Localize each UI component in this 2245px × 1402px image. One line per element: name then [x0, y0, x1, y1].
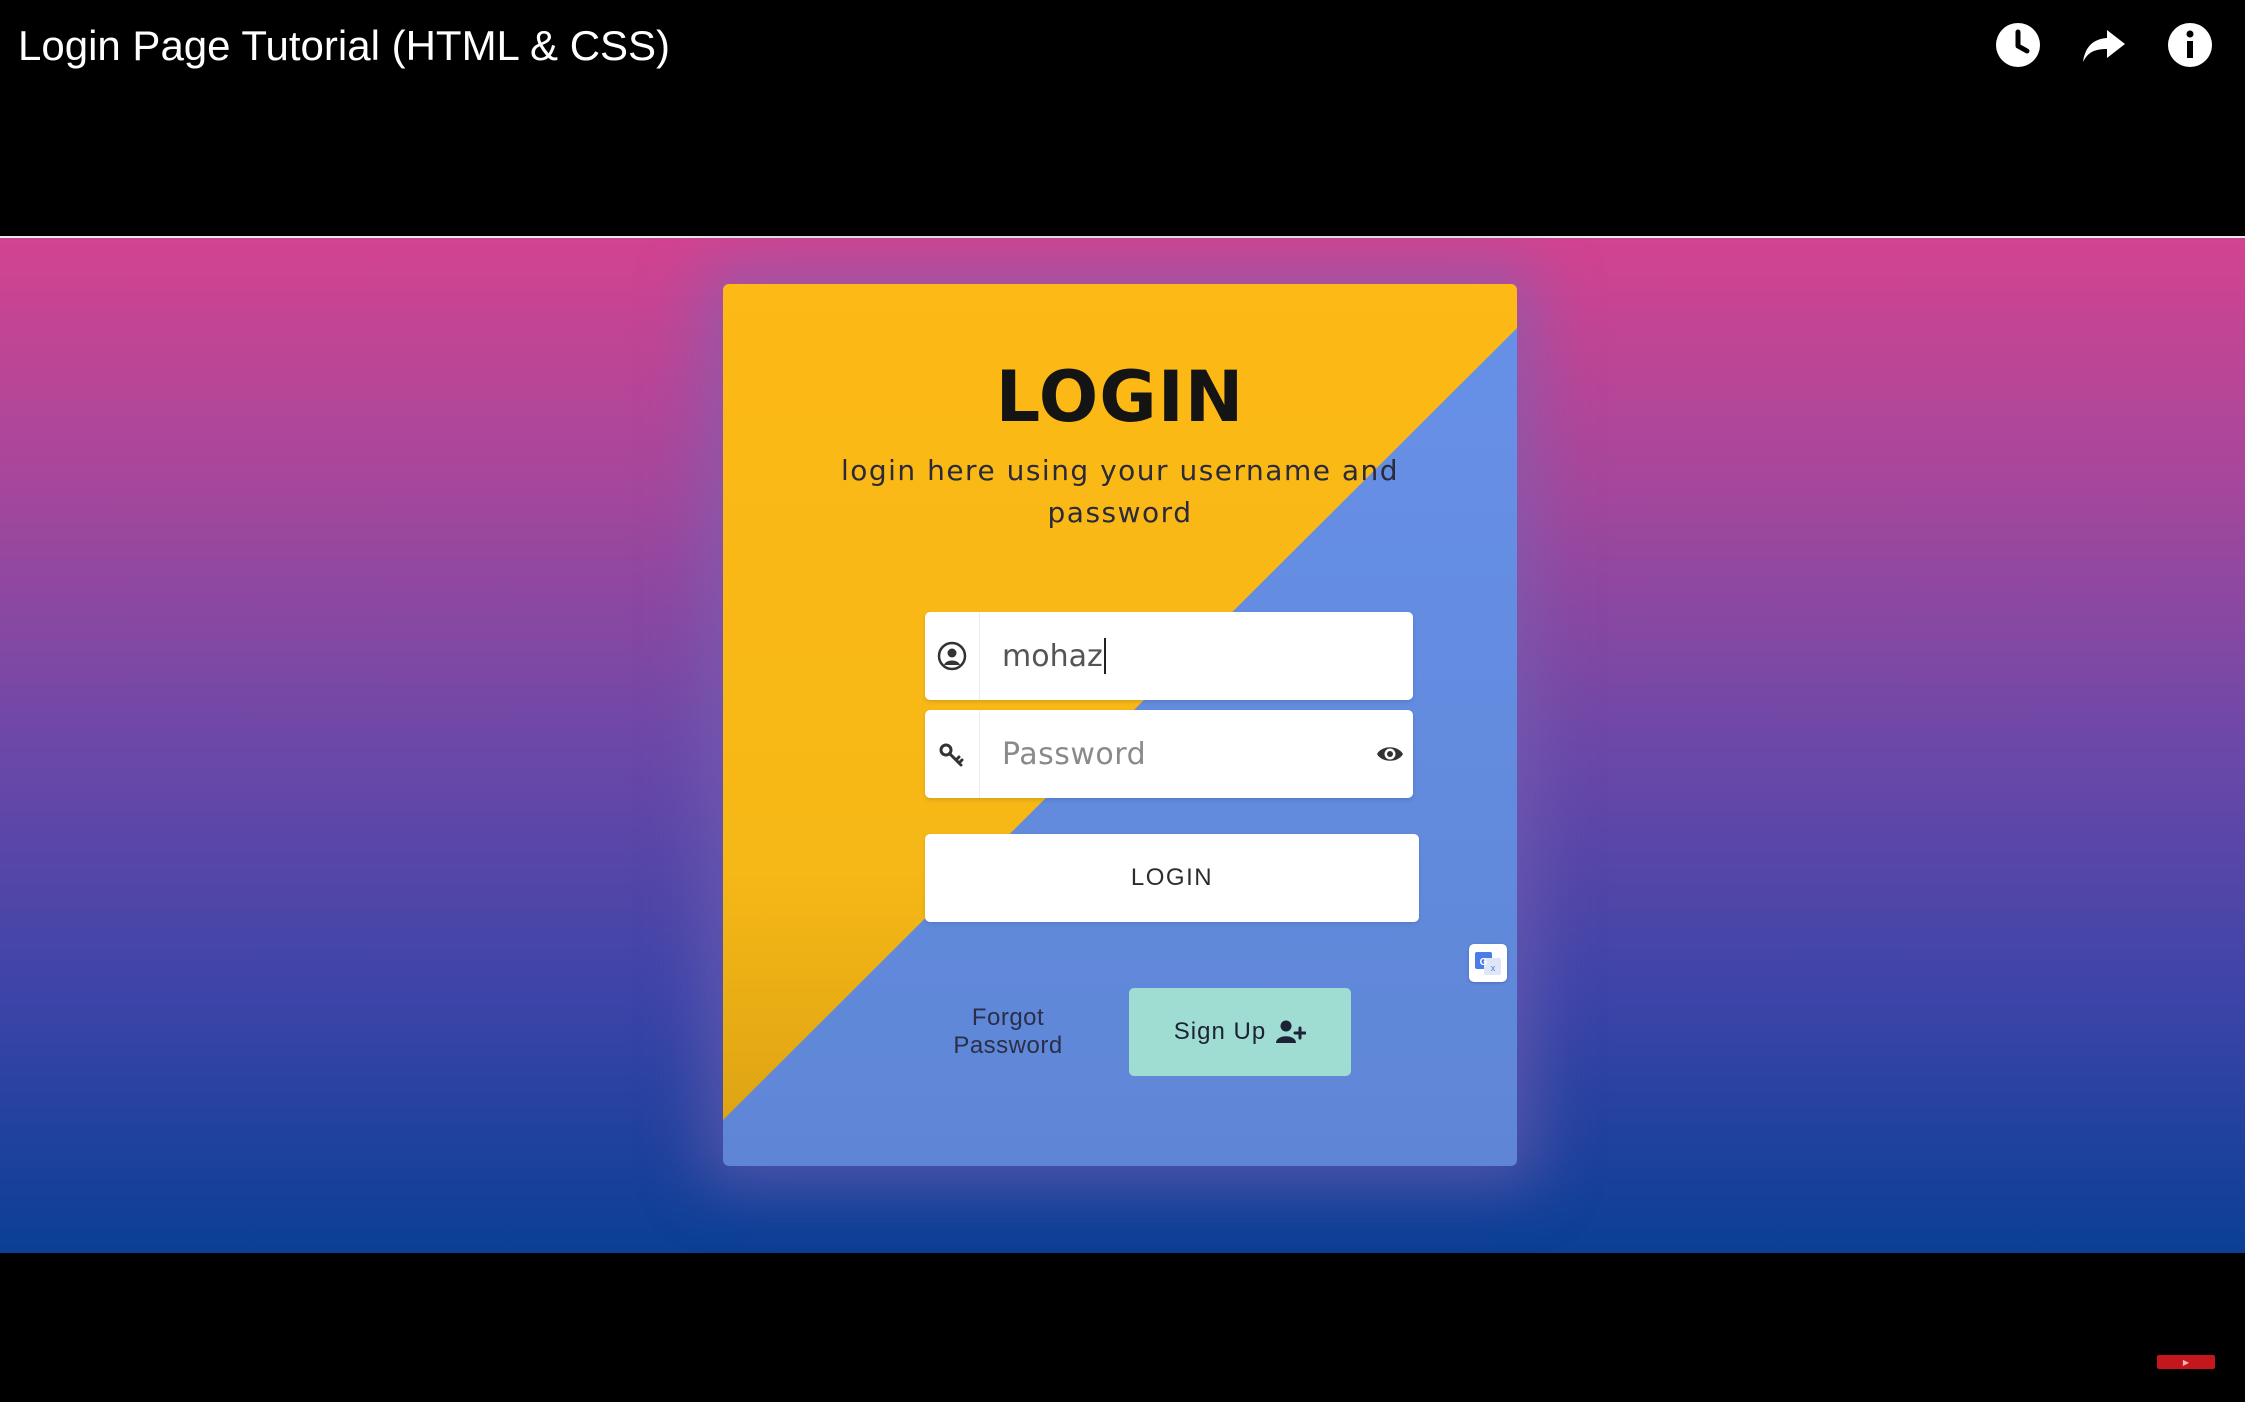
user-plus-icon: [1276, 1020, 1307, 1043]
login-card: LOGIN login here using your username and…: [723, 284, 1517, 1166]
login-title: LOGIN: [995, 356, 1245, 438]
username-input[interactable]: mohaz: [980, 638, 1413, 674]
svg-text:x: x: [1491, 963, 1496, 973]
player-bottom-bar: ▶: [0, 1253, 2245, 1402]
username-value: mohaz: [1002, 638, 1103, 674]
video-title[interactable]: Login Page Tutorial (HTML & CSS): [18, 18, 670, 74]
password-input[interactable]: [980, 710, 1375, 798]
eye-icon[interactable]: [1375, 734, 1405, 774]
user-circle-icon: [925, 612, 980, 700]
svg-text:G: G: [1480, 957, 1488, 968]
subscribe-watermark-icon[interactable]: ▶: [2157, 1355, 2215, 1369]
top-icon-group: [1993, 20, 2215, 70]
text-caret: [1103, 638, 1106, 674]
player-top-bar: Login Page Tutorial (HTML & CSS): [0, 0, 2245, 236]
watch-later-icon[interactable]: [1993, 20, 2043, 70]
info-icon[interactable]: [2165, 20, 2215, 70]
login-subtitle: login here using your username and passw…: [840, 454, 1400, 529]
username-field[interactable]: mohaz: [925, 612, 1413, 700]
stage-top-edge: [0, 236, 2245, 238]
video-player: Login Page Tutorial (HTML & CSS) LOGIN l…: [0, 0, 2245, 1402]
key-icon: [925, 710, 980, 798]
google-translate-icon[interactable]: G x: [1469, 944, 1507, 982]
signup-button[interactable]: Sign Up: [1129, 988, 1351, 1076]
login-button[interactable]: LOGIN: [925, 834, 1419, 922]
share-icon[interactable]: [2079, 20, 2129, 70]
video-stage: LOGIN login here using your username and…: [0, 236, 2245, 1253]
password-field[interactable]: [925, 710, 1413, 798]
forgot-password-link[interactable]: Forgot Password: [943, 1004, 1073, 1060]
signup-label: Sign Up: [1173, 1018, 1267, 1045]
